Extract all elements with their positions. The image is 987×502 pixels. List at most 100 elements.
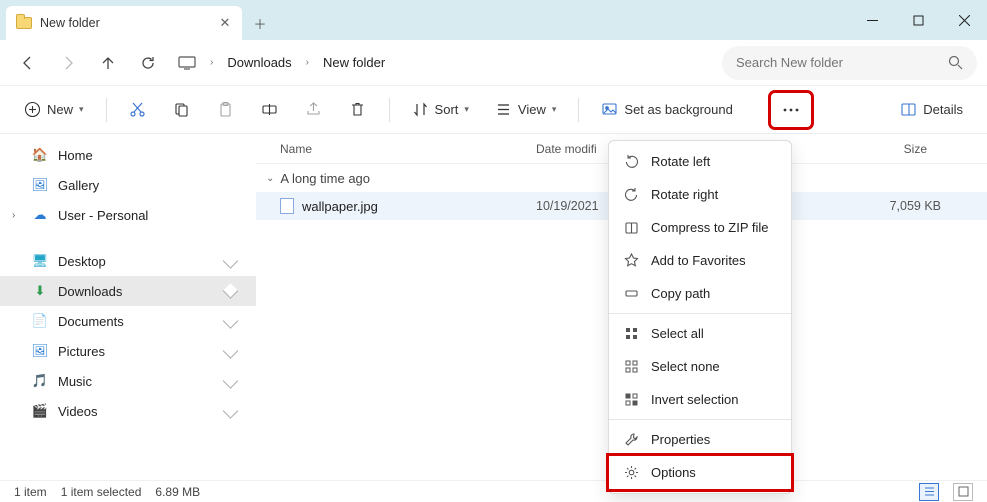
new-tab-button[interactable]: ＋ — [242, 6, 278, 40]
sidebar-item-gallery[interactable]: 🖼Gallery — [0, 170, 256, 200]
breadcrumb[interactable]: › Downloads › New folder — [170, 46, 718, 80]
menu-label: Rotate right — [651, 187, 718, 202]
refresh-button[interactable] — [130, 46, 166, 80]
tab-title: New folder — [40, 16, 210, 30]
sort-button[interactable]: Sort ▾ — [402, 93, 479, 127]
ellipsis-icon — [783, 108, 799, 112]
menu-options[interactable]: Options — [609, 456, 791, 489]
copy-button[interactable] — [163, 93, 201, 127]
breadcrumb-newfolder[interactable]: New folder — [323, 55, 385, 70]
rename-button[interactable] — [251, 93, 289, 127]
forward-button[interactable] — [50, 46, 86, 80]
view-details-toggle[interactable] — [919, 483, 939, 501]
menu-label: Copy path — [651, 286, 710, 301]
file-name: wallpaper.jpg — [302, 199, 378, 214]
breadcrumb-downloads[interactable]: Downloads — [227, 55, 291, 70]
list-icon — [495, 101, 512, 118]
image-file-icon — [280, 198, 294, 214]
details-pane-button[interactable]: Details — [890, 93, 973, 127]
document-icon: 📄 — [32, 313, 48, 329]
menu-properties[interactable]: Properties — [609, 423, 791, 456]
chevron-right-icon: › — [306, 57, 309, 68]
rotate-right-icon — [623, 187, 639, 203]
command-bar: New ▾ Sort ▾ View ▾ Set as background De… — [0, 86, 987, 134]
menu-compress[interactable]: Compress to ZIP file — [609, 211, 791, 244]
menu-copy-path[interactable]: Copy path — [609, 277, 791, 310]
details-icon — [900, 101, 917, 118]
column-name[interactable]: Name — [280, 142, 536, 156]
search-box[interactable] — [722, 46, 977, 80]
sort-icon — [412, 101, 429, 118]
sidebar-label: Home — [58, 148, 93, 163]
set-background-button[interactable]: Set as background — [591, 93, 742, 127]
share-icon — [305, 101, 322, 118]
more-menu: Rotate left Rotate right Compress to ZIP… — [608, 140, 792, 494]
search-input[interactable] — [736, 55, 938, 70]
up-button[interactable] — [90, 46, 126, 80]
sidebar-label: Music — [58, 374, 92, 389]
view-button[interactable]: View ▾ — [485, 93, 566, 127]
menu-rotate-right[interactable]: Rotate right — [609, 178, 791, 211]
status-selected: 1 item selected — [61, 485, 142, 499]
close-window-button[interactable] — [941, 0, 987, 40]
column-size[interactable]: Size — [846, 142, 987, 156]
back-button[interactable] — [10, 46, 46, 80]
menu-label: Rotate left — [651, 154, 710, 169]
paste-button[interactable] — [207, 93, 245, 127]
delete-button[interactable] — [339, 93, 377, 127]
minimize-button[interactable] — [849, 0, 895, 40]
invert-icon — [623, 392, 639, 408]
menu-favorites[interactable]: Add to Favorites — [609, 244, 791, 277]
sidebar-item-pictures[interactable]: 🖼Pictures — [0, 336, 256, 366]
sidebar-item-documents[interactable]: 📄 Documents — [0, 306, 256, 336]
menu-separator — [609, 313, 791, 314]
cut-button[interactable] — [119, 93, 157, 127]
close-tab-icon[interactable]: ✕ — [218, 16, 232, 30]
rotate-left-icon — [623, 154, 639, 170]
details-label: Details — [923, 102, 963, 117]
path-icon — [623, 286, 639, 302]
menu-invert-selection[interactable]: Invert selection — [609, 383, 791, 416]
chevron-right-icon: › — [210, 57, 213, 68]
status-bar: 1 item 1 item selected 6.89 MB — [0, 480, 987, 502]
sidebar-item-music[interactable]: 🎵Music — [0, 366, 256, 396]
menu-select-all[interactable]: Select all — [609, 317, 791, 350]
chevron-right-icon[interactable]: › — [12, 210, 15, 221]
sidebar-item-downloads[interactable]: ⬇Downloads — [0, 276, 256, 306]
titlebar-spacer — [278, 0, 849, 40]
view-thumbnails-toggle[interactable] — [953, 483, 973, 501]
menu-separator — [609, 419, 791, 420]
title-bar: New folder ✕ ＋ — [0, 0, 987, 40]
group-label: A long time ago — [280, 171, 370, 186]
sidebar-item-videos[interactable]: 🎬Videos — [0, 396, 256, 426]
new-button[interactable]: New ▾ — [14, 93, 94, 127]
sidebar-label: Desktop — [58, 254, 106, 269]
monitor-icon — [178, 56, 196, 70]
menu-label: Add to Favorites — [651, 253, 746, 268]
scissors-icon — [129, 101, 146, 118]
view-label: View — [518, 102, 546, 117]
nav-bar: › Downloads › New folder — [0, 40, 987, 86]
separator — [0, 230, 256, 246]
chevron-down-icon: ▾ — [552, 104, 557, 115]
share-button[interactable] — [295, 93, 333, 127]
pictures-icon: 🖼 — [32, 343, 48, 359]
sidebar-item-user[interactable]: ›☁User - Personal — [0, 200, 256, 230]
status-size: 6.89 MB — [155, 485, 200, 499]
folder-icon — [16, 17, 32, 29]
menu-label: Options — [651, 465, 696, 480]
sidebar-label: Documents — [58, 314, 124, 329]
copy-icon — [173, 101, 190, 118]
menu-rotate-left[interactable]: Rotate left — [609, 145, 791, 178]
menu-label: Invert selection — [651, 392, 738, 407]
video-icon: 🎬 — [32, 403, 48, 419]
star-icon — [623, 253, 639, 269]
chevron-down-icon: ▾ — [79, 104, 84, 115]
tab-current[interactable]: New folder ✕ — [6, 6, 242, 40]
more-button[interactable] — [771, 93, 811, 127]
menu-select-none[interactable]: Select none — [609, 350, 791, 383]
maximize-button[interactable] — [895, 0, 941, 40]
sidebar-item-desktop[interactable]: 🖥Desktop — [0, 246, 256, 276]
zip-icon — [623, 220, 639, 236]
sidebar-item-home[interactable]: 🏠Home — [0, 140, 256, 170]
